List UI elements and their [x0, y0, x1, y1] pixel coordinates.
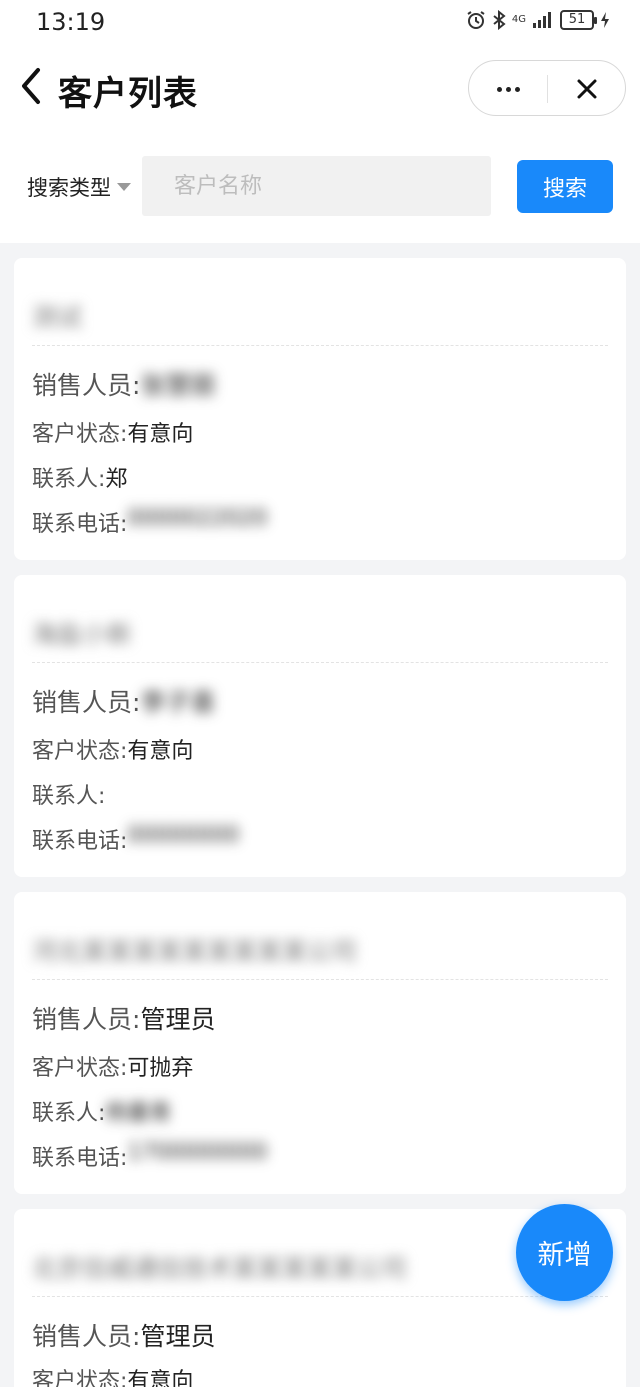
customer-card[interactable]: 测试 销售人员: 张慧丽 客户状态: 有意向 联系人: 郑 联系电话: 0000… [14, 258, 626, 560]
sales-row: 销售人员: 张慧丽 [32, 366, 215, 402]
more-menu-button[interactable] [469, 61, 547, 117]
sales-value: 管理员 [140, 1005, 216, 1034]
close-button[interactable] [548, 61, 626, 117]
status-label: 客户状态: [32, 1369, 128, 1387]
contact-row: 联系人: [32, 778, 105, 810]
phone-value: 0000022020 [127, 506, 268, 531]
sales-label: 销售人员: [32, 688, 141, 717]
status-icons: 4G 51 [466, 10, 610, 30]
battery-icon: 51 [560, 10, 597, 30]
phone-value: 00000000 [127, 823, 240, 848]
search-type-label: 搜索类型 [27, 176, 111, 200]
back-arrow-icon[interactable] [18, 66, 46, 106]
signal-icon [533, 12, 551, 28]
sales-value: 管理员 [140, 1322, 216, 1351]
status-label: 客户状态: [32, 422, 128, 447]
status-label: 客户状态: [32, 1056, 128, 1081]
status-value: 可抛弃 [127, 1056, 194, 1081]
customer-card[interactable]: 海盐小新 销售人员: 李子喜 客户状态: 有意向 联系人: 联系电话: 0000… [14, 575, 626, 877]
phone-label: 联系电话: [32, 829, 128, 854]
status-value: 有意向 [127, 422, 194, 447]
caret-down-icon [117, 183, 131, 191]
status-value: 有意向 [127, 1369, 194, 1387]
card-divider [32, 662, 608, 663]
more-dot-icon [505, 86, 511, 92]
contact-row: 联系人: 杨重青 [32, 1095, 171, 1127]
status-row: 客户状态: 有意向 [32, 1363, 193, 1387]
phone-row: 联系电话: 0000022020 [32, 506, 267, 538]
sales-row: 销售人员: 管理员 [32, 1000, 215, 1036]
search-type-dropdown[interactable]: 搜索类型 [27, 172, 131, 202]
card-divider [32, 345, 608, 346]
add-customer-button[interactable]: 新增 [516, 1204, 613, 1301]
nav-header: 客户列表 [0, 56, 640, 120]
sales-row: 销售人员: 李子喜 [32, 683, 215, 719]
card-divider [32, 979, 608, 980]
bluetooth-icon [493, 10, 506, 30]
page-title: 客户列表 [58, 74, 198, 114]
phone-label: 联系电话: [32, 1146, 128, 1171]
sales-label: 销售人员: [32, 1322, 141, 1351]
search-input[interactable] [142, 156, 491, 216]
contact-value: 郑 [105, 467, 128, 492]
contact-label: 联系人: [32, 784, 106, 809]
search-button[interactable]: 搜索 [517, 160, 613, 213]
search-bar: 搜索类型 搜索 [0, 156, 640, 216]
phone-value: 1700000000 [127, 1140, 268, 1165]
contact-row: 联系人: 郑 [32, 461, 127, 493]
mini-program-capsule [468, 60, 626, 116]
alarm-icon [467, 11, 485, 29]
sales-row: 销售人员: 管理员 [32, 1317, 215, 1353]
customer-name: 河北某某某某某某某某某公司 [32, 937, 358, 966]
sales-value: 张慧丽 [140, 371, 216, 400]
status-row: 客户状态: 有意向 [32, 416, 193, 448]
more-dot-icon [496, 86, 502, 92]
close-icon [577, 79, 597, 99]
status-row: 客户状态: 可抛弃 [32, 1050, 193, 1082]
contact-label: 联系人: [32, 1101, 106, 1126]
network-type: 4G [511, 14, 526, 25]
contact-value: 杨重青 [105, 1101, 172, 1126]
phone-row: 联系电话: 00000000 [32, 823, 239, 855]
status-row: 客户状态: 有意向 [32, 733, 193, 765]
phone-row: 联系电话: 1700000000 [32, 1140, 267, 1172]
charging-icon [601, 12, 609, 28]
contact-label: 联系人: [32, 467, 106, 492]
status-time: 13:19 [36, 8, 106, 36]
sales-label: 销售人员: [32, 371, 141, 400]
customer-name: 北京信威通信技术某某某某某公司 [32, 1254, 408, 1283]
phone-label: 联系电话: [32, 512, 128, 537]
customer-card[interactable]: 河北某某某某某某某某某公司 销售人员: 管理员 客户状态: 可抛弃 联系人: 杨… [14, 892, 626, 1194]
status-value: 有意向 [127, 739, 194, 764]
customer-name: 测试 [32, 303, 83, 332]
sales-label: 销售人员: [32, 1005, 141, 1034]
more-dot-icon [514, 86, 520, 92]
card-divider [32, 1296, 608, 1297]
customer-name: 海盐小新 [32, 620, 133, 649]
sales-value: 李子喜 [140, 688, 216, 717]
status-label: 客户状态: [32, 739, 128, 764]
status-bar: 13:19 4G 51 [0, 0, 640, 46]
